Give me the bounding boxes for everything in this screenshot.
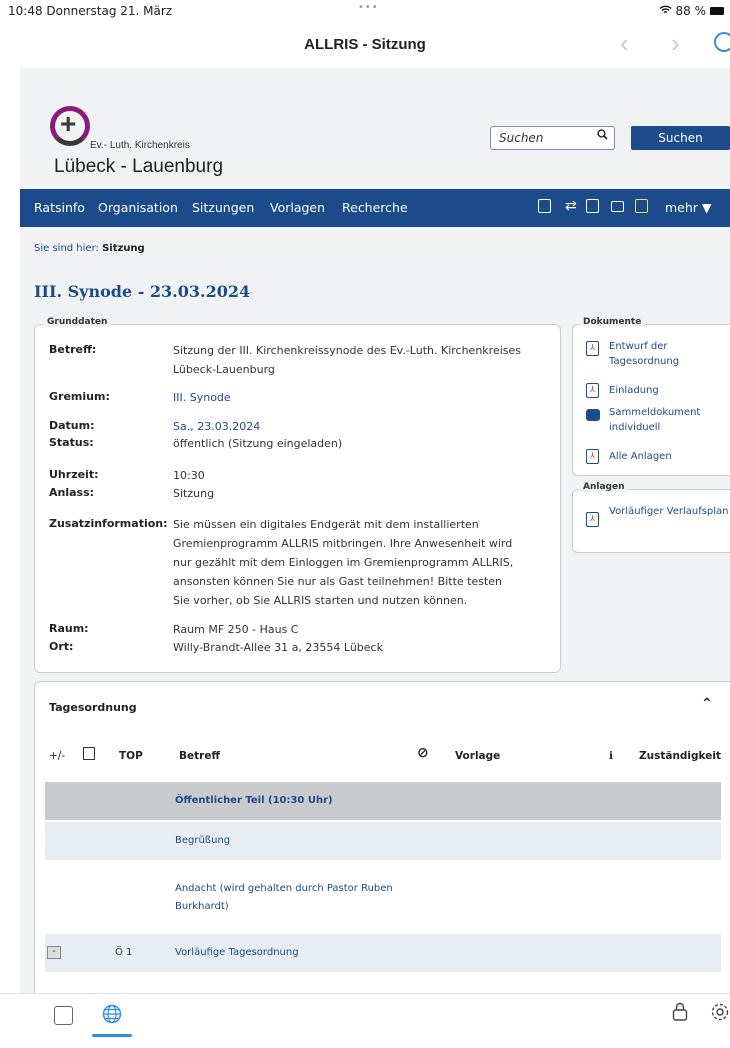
globe-icon[interactable] <box>102 1004 122 1028</box>
table-row: - Ö 1 Vorläufige Tagesordnung <box>45 934 721 972</box>
briefcase-icon <box>586 409 600 421</box>
field-value: Sitzung der III. Kirchenkreissynode des … <box>173 344 521 376</box>
field-value: Raum MF 250 - Haus C <box>173 623 299 636</box>
field-label: Gremium: <box>49 390 110 403</box>
grunddaten-legend: Grunddaten <box>43 317 112 327</box>
row-betreff[interactable]: Öffentlicher Teil (10:30 Uhr) <box>175 795 333 806</box>
grunddaten-panel: Grunddaten Betreff: Sitzung der III. Kir… <box>34 317 561 673</box>
search-placeholder: Suchen <box>499 131 544 145</box>
field-value: 10:30 <box>173 469 205 482</box>
tagesordnung-panel: Tagesordnung ⌃ +/- TOP Betreff ⊘ Vorlage… <box>34 681 730 993</box>
row-betreff[interactable]: Vorläufige Tagesordnung <box>175 947 299 958</box>
main-menu: Ratsinfo Organisation Sitzungen Vorlagen… <box>20 189 730 227</box>
breadcrumb: Sie sind hier: Sitzung <box>34 243 145 254</box>
status-bar: 10:48 Donnerstag 21. März ••• 88 % <box>0 0 730 22</box>
document-settings-icon[interactable] <box>538 199 551 213</box>
battery-icon <box>710 7 724 15</box>
login-icon[interactable] <box>635 199 648 213</box>
web-content: + Ev.- Luth. Kirchenkreis Lübeck - Lauen… <box>20 68 730 993</box>
field-value: Sitzung <box>173 487 215 500</box>
col-toggle[interactable]: +/- <box>49 750 65 762</box>
menu-item-ratsinfo[interactable]: Ratsinfo <box>34 200 85 215</box>
field-label: Zusatzinformation: <box>49 517 168 530</box>
field-label: Datum: <box>49 419 95 432</box>
info-icon: i <box>609 750 613 762</box>
row-betreff[interactable]: Andacht (wird gehalten durch Pastor Rube… <box>175 880 395 916</box>
calendar-icon[interactable] <box>586 199 599 213</box>
gear-icon[interactable] <box>710 1002 730 1026</box>
dokumente-legend: Dokumente <box>579 317 646 327</box>
reload-icon[interactable] <box>714 32 730 52</box>
table-row: Begrüßung <box>45 822 721 860</box>
collapse-icon[interactable]: ⌃ <box>701 696 713 712</box>
tagesordnung-title: Tagesordnung <box>49 701 137 714</box>
lock-icon[interactable] <box>672 1002 688 1026</box>
pdf-icon: ⅄ <box>586 512 599 527</box>
forward-icon[interactable]: › <box>671 28 680 59</box>
field-value: Sie müssen ein digitales Endgerät mit de… <box>173 518 514 607</box>
col-vorlage: Vorlage <box>455 750 501 762</box>
table-row: Andacht (wird gehalten durch Pastor Rube… <box>45 862 721 932</box>
col-zustaendigkeit: Zuständigkeit <box>639 750 721 762</box>
field-label: Ort: <box>49 640 74 653</box>
breadcrumb-prefix: Sie sind hier: <box>34 243 99 254</box>
menu-item-recherche[interactable]: Recherche <box>342 200 408 215</box>
search-input[interactable]: Suchen <box>490 126 615 150</box>
app-tab-bar <box>0 993 730 1048</box>
menu-item-vorlagen[interactable]: Vorlagen <box>270 200 325 215</box>
field-value: Willy-Brandt-Allee 31 a, 23554 Lübeck <box>173 641 383 654</box>
mail-icon[interactable] <box>611 201 624 212</box>
gremium-link[interactable]: III. Synode <box>173 388 541 407</box>
menu-item-organisation[interactable]: Organisation <box>98 200 178 215</box>
col-betreff: Betreff <box>179 750 220 762</box>
multitask-dots[interactable]: ••• <box>358 2 379 13</box>
battery-percent: 88 % <box>675 4 707 18</box>
calculator-icon[interactable] <box>54 1006 73 1025</box>
menu-more[interactable]: mehr ▼ <box>665 200 712 215</box>
anlagen-panel: Anlagen ⅄ Vorläufiger Verlaufsplan <box>572 482 730 553</box>
collapse-row-button[interactable]: - <box>47 946 61 959</box>
breadcrumb-current: Sitzung <box>102 243 145 254</box>
search-button[interactable]: Suchen <box>631 126 730 150</box>
logo[interactable]: + Ev.- Luth. Kirchenkreis Lübeck - Lauen… <box>32 106 242 186</box>
field-label: Status: <box>49 436 94 449</box>
col-top: TOP <box>119 750 143 762</box>
field-label: Anlass: <box>49 486 95 499</box>
table-row: Öffentlicher Teil (10:30 Uhr) <box>45 782 721 820</box>
row-top: Ö 1 <box>115 947 133 958</box>
menu-item-sitzungen[interactable]: Sitzungen <box>192 200 254 215</box>
pdf-icon: ⅄ <box>586 341 599 356</box>
field-value: öffentlich (Sitzung eingeladen) <box>173 437 343 450</box>
switch-icon[interactable]: ⇄ <box>565 198 577 214</box>
row-betreff[interactable]: Begrüßung <box>175 835 230 846</box>
list-view-icon[interactable] <box>83 747 95 760</box>
wifi-icon <box>659 4 672 18</box>
pdf-icon: ⅄ <box>586 449 599 464</box>
logo-subtitle: Ev.- Luth. Kirchenkreis <box>90 140 190 151</box>
status-time: 10:48 Donnerstag 21. März <box>8 4 173 18</box>
page-title: III. Synode - 23.03.2024 <box>34 282 251 301</box>
pdf-icon: ⅄ <box>586 383 599 398</box>
search-icon <box>597 129 608 143</box>
active-tab-indicator <box>92 1034 132 1037</box>
logo-cross-icon: + <box>60 108 77 139</box>
field-label: Raum: <box>49 622 89 635</box>
field-label: Uhrzeit: <box>49 468 99 481</box>
anlagen-legend: Anlagen <box>579 482 629 492</box>
field-label: Betreff: <box>49 343 97 356</box>
browser-title-bar: ALLRIS - Sitzung ‹ › <box>0 22 730 68</box>
dokumente-panel: Dokumente ⅄ Entwurf der Tagesordnung ⅄ E… <box>572 317 730 476</box>
logo-title: Lübeck - Lauenburg <box>54 156 224 177</box>
attachment-icon: ⊘ <box>417 745 429 761</box>
back-icon[interactable]: ‹ <box>620 28 629 59</box>
